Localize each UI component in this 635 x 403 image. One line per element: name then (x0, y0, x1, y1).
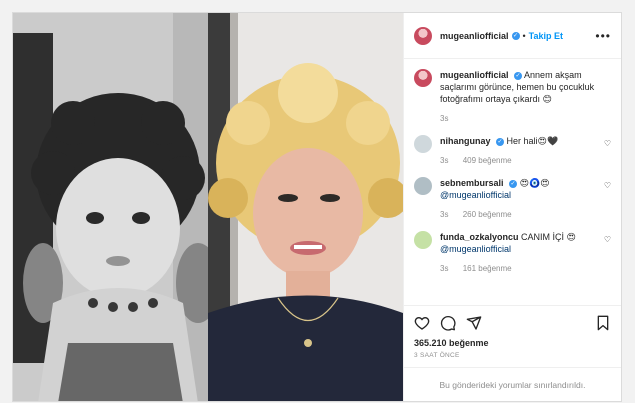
verified-badge-icon: ✓ (514, 71, 523, 80)
instagram-post: mugeanliofficial ✓ • Takip Et ••• mugean… (12, 12, 622, 402)
comment-time[interactable]: 3s (440, 210, 448, 219)
comment-avatar[interactable] (414, 135, 432, 153)
follow-button[interactable]: Takip Et (529, 31, 563, 41)
caption: mugeanliofficial ✓ Annem akşam saçlarımı… (414, 69, 611, 125)
comment-likes[interactable]: 260 beğenme (463, 210, 512, 219)
comment-mention[interactable]: @mugeanliofficial (440, 190, 511, 200)
comment-item: funda_ozkalyoncu CANIM İÇİ 😍 @mugeanliof… (414, 231, 611, 275)
comment-likes[interactable]: 409 beğenme (463, 156, 512, 165)
heart-icon[interactable]: ♡ (604, 235, 611, 275)
childhood-photo (13, 13, 208, 401)
comment-mention[interactable]: @mugeanliofficial (440, 244, 511, 254)
caption-username[interactable]: mugeanliofficial (440, 70, 509, 80)
likes-count[interactable]: 365.210 beğenme (414, 338, 611, 348)
comment-item: sebnembursali ✓ 😍🧿😍 @mugeanliofficial 3s… (414, 177, 611, 221)
comment-username[interactable]: funda_ozkalyoncu (440, 232, 519, 242)
comment-avatar[interactable] (414, 177, 432, 195)
post-media[interactable] (13, 13, 403, 401)
verified-badge-icon: ✓ (511, 31, 520, 40)
author-username[interactable]: mugeanliofficial (440, 31, 509, 41)
heart-icon[interactable]: ♡ (604, 139, 611, 167)
comment-text: CANIM İÇİ 😍 (521, 232, 576, 242)
comments-list[interactable]: mugeanliofficial ✓ Annem akşam saçlarımı… (404, 59, 621, 305)
caption-author-avatar[interactable] (414, 69, 432, 87)
portrait-photo (208, 13, 403, 401)
caption-time[interactable]: 3s (440, 114, 448, 123)
verified-badge-icon: ✓ (509, 179, 518, 188)
more-options-icon[interactable]: ••• (595, 29, 611, 43)
post-sidebar: mugeanliofficial ✓ • Takip Et ••• mugean… (403, 13, 621, 401)
post-actions: 365.210 beğenme 3 SAAT ÖNCE (404, 305, 621, 367)
comment-avatar[interactable] (414, 231, 432, 249)
like-heart-icon[interactable] (414, 315, 430, 331)
comment-text: 😍🧿😍 (519, 178, 550, 188)
childhood-photo-art (13, 13, 208, 401)
comment-username[interactable]: sebnembursali (440, 178, 504, 188)
comment-icon[interactable] (440, 315, 456, 331)
post-header: mugeanliofficial ✓ • Takip Et ••• (404, 13, 621, 59)
comment-item: nihangunay ✓ Her hali😍🖤 3s 409 beğenme ♡ (414, 135, 611, 167)
portrait-photo-art (208, 13, 403, 401)
separator-dot: • (522, 30, 526, 41)
author-avatar[interactable] (414, 26, 432, 45)
share-icon[interactable] (466, 315, 482, 331)
comment-username[interactable]: nihangunay (440, 136, 491, 146)
comment-likes[interactable]: 161 beğenme (463, 264, 512, 273)
comment-time[interactable]: 3s (440, 156, 448, 165)
post-timestamp[interactable]: 3 SAAT ÖNCE (414, 352, 611, 359)
comment-text: Her hali😍🖤 (506, 136, 559, 146)
heart-icon[interactable]: ♡ (604, 181, 611, 221)
comments-restricted-notice: Bu gönderideki yorumlar sınırlandırıldı. (404, 367, 621, 401)
bookmark-icon[interactable] (595, 315, 611, 331)
verified-badge-icon: ✓ (496, 137, 505, 146)
comment-time[interactable]: 3s (440, 264, 448, 273)
